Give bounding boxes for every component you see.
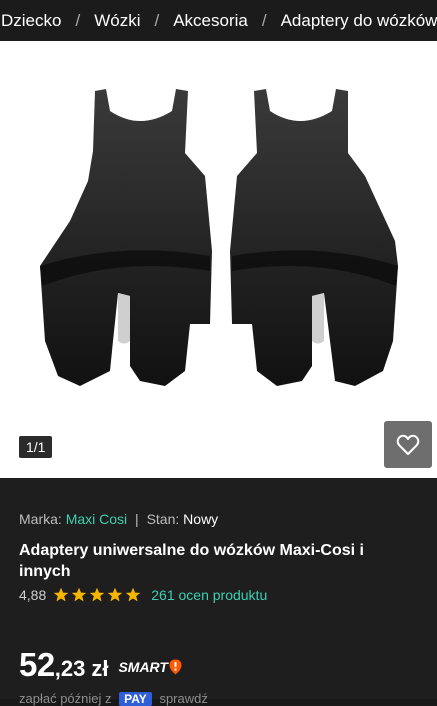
rating-row[interactable]: 4,88 261 ocen produktu	[19, 587, 267, 603]
pay-badge: PAY	[119, 692, 152, 706]
rating-stars	[53, 587, 143, 603]
star-icon	[54, 587, 69, 602]
condition-value: Nowy	[183, 511, 219, 527]
adapter-right-shape	[230, 89, 398, 386]
star-icon	[90, 587, 105, 602]
breadcrumb-item-dziecko[interactable]: Dziecko	[0, 11, 62, 31]
favorite-button[interactable]	[384, 421, 432, 468]
star-icon	[72, 587, 87, 602]
brand-link[interactable]: Maxi Cosi	[66, 511, 127, 527]
smart-badge[interactable]: SMART	[118, 659, 182, 675]
price: 52 ,23 zł SMART	[19, 646, 182, 684]
breadcrumb-separator: /	[261, 10, 267, 30]
breadcrumb-separator: /	[154, 10, 160, 30]
condition-label: Stan:	[146, 511, 180, 527]
product-meta: Marka: Maxi Cosi | Stan: Nowy	[19, 511, 218, 527]
product-image[interactable]	[0, 41, 437, 478]
smart-label: SMART	[118, 659, 168, 675]
rating-score: 4,88	[19, 587, 47, 603]
price-currency: zł	[91, 656, 109, 681]
product-gallery[interactable]: 1/1	[0, 41, 437, 478]
breadcrumb-item-adaptery[interactable]: Adaptery do wózków	[280, 11, 437, 31]
product-info-panel: Marka: Maxi Cosi | Stan: Nowy Adaptery u…	[0, 478, 437, 706]
product-title: Adaptery uniwersalne do wózków Maxi-Cosi…	[19, 542, 364, 580]
price-decimal: ,23	[54, 656, 86, 681]
breadcrumb-separator: /	[75, 10, 81, 30]
image-counter: 1/1	[19, 436, 53, 458]
price-integer: 52	[19, 646, 55, 683]
heart-icon	[396, 434, 420, 455]
breadcrumb: Dziecko / Wózki / Akcesoria / Adaptery d…	[0, 0, 437, 41]
reviews-link[interactable]: 261 ocen produktu	[151, 587, 267, 603]
star-icon	[108, 587, 123, 602]
smart-exclamation-icon	[169, 659, 182, 675]
brand-label: Marka:	[19, 511, 62, 527]
breadcrumb-item-wozki[interactable]: Wózki	[93, 11, 141, 31]
adapter-left-shape	[40, 89, 212, 386]
meta-divider: |	[135, 511, 139, 527]
star-icon	[126, 587, 141, 602]
breadcrumb-item-akcesoria[interactable]: Akcesoria	[172, 11, 249, 31]
